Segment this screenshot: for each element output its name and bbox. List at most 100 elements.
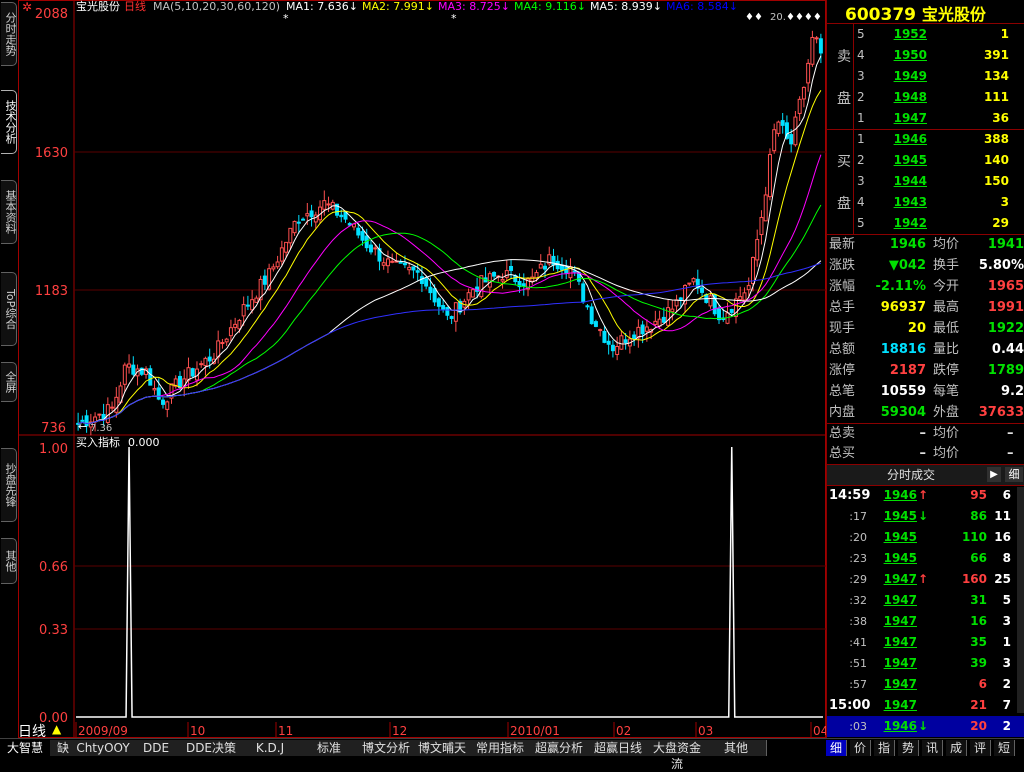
tick-row[interactable]: :38 1947 16 3 bbox=[827, 611, 1024, 632]
panel-tab[interactable]: 短 bbox=[994, 740, 1015, 756]
quote-value: 5.80% bbox=[978, 258, 1024, 273]
candle-body bbox=[190, 368, 195, 377]
candle-body bbox=[746, 285, 751, 291]
bottom-tab[interactable]: 其他 bbox=[706, 740, 767, 756]
bottom-tab[interactable]: 标准 bbox=[300, 740, 359, 756]
candle-body bbox=[776, 121, 781, 134]
order-book-row[interactable]: 3 1944 150 bbox=[827, 171, 1024, 192]
price-grid bbox=[74, 151, 826, 630]
panel-tab[interactable]: 势 bbox=[898, 740, 919, 756]
ma-legend-item: MA3: 8.725↓ bbox=[438, 0, 510, 13]
bottom-tab[interactable]: 超赢日线 bbox=[588, 740, 649, 756]
candle-body bbox=[780, 120, 785, 126]
tick-volume: 110 bbox=[961, 530, 987, 544]
quote-label: 总额 bbox=[829, 342, 856, 357]
tick-volume: 35 bbox=[970, 635, 987, 649]
summary-label: 均价 bbox=[933, 446, 960, 461]
tab-picking-pioneer[interactable]: 抄盘先锋 bbox=[1, 448, 17, 522]
tick-row[interactable]: :32 1947 31 5 bbox=[827, 590, 1024, 611]
tick-volume: 160 bbox=[961, 572, 987, 586]
detail-button[interactable]: 细 bbox=[1005, 467, 1023, 482]
tab-other[interactable]: 其他 bbox=[1, 538, 17, 584]
tab-top-composite[interactable]: ToP综合 bbox=[1, 272, 17, 346]
bottom-tab[interactable]: K.D.J bbox=[240, 740, 301, 756]
order-book-row[interactable]: 1 1946 388 bbox=[827, 129, 1024, 150]
tick-row[interactable]: :03 1946 ↓ 20 2 bbox=[827, 716, 1024, 737]
candle-body bbox=[428, 286, 433, 294]
panel-tab[interactable]: 细 bbox=[826, 740, 847, 756]
candle-body bbox=[687, 282, 692, 285]
panel-tab[interactable]: 讯 bbox=[922, 740, 943, 756]
candle-body bbox=[127, 363, 132, 368]
candle-body bbox=[161, 399, 165, 405]
panel-tab[interactable]: 评 bbox=[970, 740, 991, 756]
candle-body bbox=[415, 270, 420, 273]
order-book-row[interactable]: 2 1948 111 bbox=[827, 87, 1024, 108]
panel-tab[interactable]: 价 bbox=[850, 740, 871, 756]
candle-body bbox=[390, 260, 395, 263]
tick-row[interactable]: :57 1947 6 2 bbox=[827, 674, 1024, 695]
quote-value: 0.44 bbox=[991, 342, 1024, 357]
price: 1946 bbox=[893, 132, 927, 146]
candle-body bbox=[767, 154, 772, 198]
tick-row[interactable]: :17 1945 ↓ 86 11 bbox=[827, 506, 1024, 527]
candle-body bbox=[262, 275, 267, 285]
period-arrow-icon[interactable]: ▲ bbox=[52, 722, 61, 736]
order-book-row[interactable]: 5 1942 29 bbox=[827, 213, 1024, 234]
bottom-tab[interactable]: DDE决策 bbox=[182, 740, 241, 756]
order-book-row[interactable]: 4 1943 3 bbox=[827, 192, 1024, 213]
tick-price: 1947 bbox=[883, 656, 917, 670]
tick-price: 1946 bbox=[883, 488, 917, 502]
bottom-tab[interactable]: 超赢分析 bbox=[530, 740, 589, 756]
tick-scrollbar[interactable] bbox=[1017, 487, 1024, 713]
candlestick-series bbox=[76, 30, 823, 436]
quote-value: 20 bbox=[907, 321, 926, 336]
bottom-tab[interactable]: ChtyOOY bbox=[76, 740, 131, 756]
bottom-tab[interactable]: 缺 bbox=[50, 740, 77, 756]
order-book-row[interactable]: 2 1945 140 bbox=[827, 150, 1024, 171]
candle-body bbox=[322, 200, 327, 210]
tick-row[interactable]: 14:59 1946 ↑ 95 6 bbox=[827, 485, 1024, 506]
play-button[interactable]: ▶ bbox=[987, 467, 1001, 482]
tick-price: 1947 bbox=[883, 635, 917, 649]
bottom-tab[interactable]: 博文分析 bbox=[358, 740, 415, 756]
quote-value: 1946 bbox=[889, 237, 926, 252]
candle-body bbox=[606, 340, 611, 345]
candle-body bbox=[530, 276, 535, 282]
candle-body bbox=[309, 210, 314, 218]
summary-row: 总买 – 均价 – bbox=[827, 443, 1024, 464]
bottom-tab[interactable]: 博文晡天 bbox=[414, 740, 471, 756]
tab-intraday[interactable]: 分时走势 bbox=[1, 2, 17, 66]
quote-value: 37633 bbox=[978, 405, 1024, 420]
candle-body bbox=[589, 306, 594, 325]
tick-row[interactable]: :51 1947 39 3 bbox=[827, 653, 1024, 674]
candle-body bbox=[152, 387, 157, 391]
order-book-row[interactable]: 1 1947 36 bbox=[827, 108, 1024, 129]
tick-row[interactable]: :23 1945 66 8 bbox=[827, 548, 1024, 569]
candle-body bbox=[797, 98, 802, 114]
price: 1942 bbox=[893, 216, 927, 230]
tab-fundamentals[interactable]: 基本资料 bbox=[1, 180, 17, 244]
panel-tab[interactable]: 成 bbox=[946, 740, 967, 756]
price: 1945 bbox=[893, 153, 927, 167]
tick-row[interactable]: :41 1947 35 1 bbox=[827, 632, 1024, 653]
order-book-row[interactable]: 4 1950 391 bbox=[827, 45, 1024, 66]
bottom-tab[interactable]: DDE bbox=[130, 740, 183, 756]
kline-chart[interactable]: 2088 1630 1183 736 ✲ 1.00 0.66 0.33 0.00… bbox=[18, 0, 826, 738]
tab-technical[interactable]: 技术分析 bbox=[1, 90, 17, 154]
bottom-tab[interactable]: 大盘资金流 bbox=[648, 740, 707, 771]
order-book-row[interactable]: 5 1952 1 bbox=[827, 24, 1024, 45]
order-book-row[interactable]: 3 1949 134 bbox=[827, 66, 1024, 87]
bottom-tab[interactable]: 大智慧 bbox=[0, 740, 51, 756]
tab-fullscreen[interactable]: 全屏 bbox=[1, 362, 17, 402]
tick-row[interactable]: :29 1947 ↑ 160 25 bbox=[827, 569, 1024, 590]
tick-row[interactable]: 15:00 1947 21 7 bbox=[827, 695, 1024, 716]
tick-row[interactable]: :20 1945 110 16 bbox=[827, 527, 1024, 548]
level: 1 bbox=[857, 132, 865, 146]
panel-tab[interactable]: 指 bbox=[874, 740, 895, 756]
date-label: 04 bbox=[813, 724, 826, 738]
tick-count: 16 bbox=[994, 530, 1011, 544]
settings-gear-icon[interactable]: ✲ bbox=[22, 0, 32, 14]
candle-body bbox=[581, 283, 586, 303]
bottom-tab[interactable]: 常用指标 bbox=[470, 740, 531, 756]
